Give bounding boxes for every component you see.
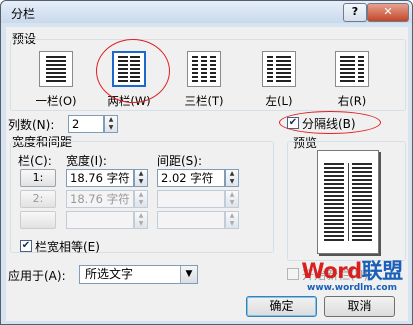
column-2-spacing-input[interactable] [157, 190, 225, 208]
column-2-width-input[interactable]: 18.76 字符 [66, 190, 134, 208]
columns-count-label: 列数(N): [8, 118, 55, 132]
preview-column-left [324, 163, 344, 241]
right-column-icon [335, 51, 369, 87]
highlight-ring-line-between [279, 111, 381, 134]
apply-to-select[interactable]: 所选文字 ▼ [79, 265, 198, 284]
column-3-width-spinner[interactable]: ▲ ▼ [134, 211, 148, 229]
highlight-ring-two-columns [96, 39, 170, 103]
cancel-button[interactable]: 取消 [324, 296, 395, 317]
column-1-button[interactable]: 1: [20, 169, 56, 187]
preset-one-column[interactable]: 一栏(O) [31, 51, 81, 109]
apply-to-value: 所选文字 [85, 267, 134, 281]
width-header: 宽度(I): [66, 154, 107, 168]
left-column-icon [262, 51, 296, 87]
preview-page [317, 150, 379, 254]
preset-right[interactable]: 右(R) [327, 51, 377, 109]
ok-button[interactable]: 确定 [246, 296, 317, 317]
column-1-spacing-input[interactable]: 2.02 字符 [157, 169, 225, 187]
column-3-spacing-input[interactable] [157, 211, 225, 229]
title-bar: 分栏 ? ✕ [1, 1, 412, 23]
preview-separator-line [347, 163, 349, 241]
equal-width-label: 栏宽相等(E) [35, 240, 100, 254]
equal-width-checkbox[interactable]: ✔ [20, 240, 32, 252]
column-2-width-spinner[interactable]: ▲ ▼ [134, 190, 148, 208]
column-header: 栏(C): [18, 154, 52, 168]
preset-left[interactable]: 左(L) [254, 51, 304, 109]
preset-three-columns-label: 三栏(T) [184, 94, 224, 108]
watermark: Word联盟 www.wordlm.com [297, 259, 407, 293]
three-columns-icon [187, 51, 221, 87]
column-3-width-input[interactable] [66, 211, 134, 229]
preset-right-label: 右(R) [337, 94, 367, 108]
preset-three-columns[interactable]: 三栏(T) [179, 51, 229, 109]
help-button[interactable]: ? [343, 3, 367, 22]
column-2-spacing-spinner[interactable]: ▲ ▼ [225, 190, 239, 208]
preview-column-right [352, 163, 372, 241]
one-column-icon [39, 51, 73, 87]
watermark-logo: Word联盟 [301, 259, 403, 283]
apply-to-label: 应用于(A): [8, 269, 66, 283]
watermark-url: www.wordlm.com [307, 283, 397, 293]
columns-dialog: 分栏 ? ✕ 预设 一栏(O) 两栏(W) 三栏(T) 左(L) 右(R) 列数… [0, 0, 413, 325]
dialog-title: 分栏 [11, 7, 36, 21]
column-3-spacing-spinner[interactable]: ▲ ▼ [225, 211, 239, 229]
chevron-down-icon: ▼ [180, 266, 197, 283]
close-button[interactable]: ✕ [367, 3, 409, 22]
columns-count-spinner[interactable]: ▲ ▼ [104, 115, 118, 133]
preset-one-column-label: 一栏(O) [35, 94, 77, 108]
column-3-button[interactable] [20, 211, 56, 229]
column-1-width-spinner[interactable]: ▲ ▼ [134, 169, 148, 187]
columns-count-input[interactable]: 2 [68, 115, 104, 133]
preset-left-label: 左(L) [265, 94, 293, 108]
column-1-spacing-spinner[interactable]: ▲ ▼ [225, 169, 239, 187]
column-1-width-input[interactable]: 18.76 字符 [66, 169, 134, 187]
spacing-header: 间距(S): [157, 154, 203, 168]
column-2-button[interactable]: 2: [20, 190, 56, 208]
